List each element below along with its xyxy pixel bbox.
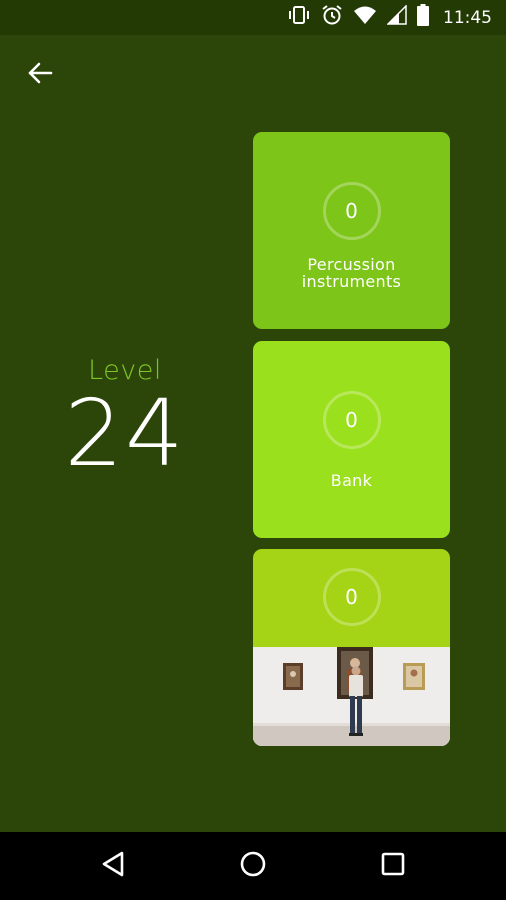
nav-home-button[interactable] — [231, 846, 275, 886]
puzzle-card-percussion[interactable]: 0 Percussion instruments — [253, 132, 450, 329]
vibrate-icon — [287, 5, 311, 30]
wifi-icon — [353, 5, 377, 30]
home-circle-icon — [239, 850, 267, 883]
score-value: 0 — [345, 199, 358, 223]
puzzle-card-museum[interactable]: 0 — [253, 549, 450, 746]
navigation-bar — [0, 832, 506, 900]
card-title-line: Bank — [330, 471, 373, 490]
score-ring: 0 — [322, 391, 381, 449]
score-value: 0 — [345, 408, 358, 432]
battery-icon — [417, 4, 429, 31]
signal-icon — [386, 4, 407, 30]
level-number: 24 — [64, 380, 186, 487]
status-bar: 11:45 — [0, 0, 506, 35]
card-title: Bank — [253, 472, 450, 489]
arrow-left-icon — [27, 62, 53, 89]
card-title-line: instruments — [301, 272, 402, 291]
score-ring: 0 — [322, 568, 381, 626]
card-title: Percussion instruments — [253, 256, 450, 290]
alarm-icon — [321, 4, 343, 31]
nav-recents-button[interactable] — [371, 846, 415, 886]
status-time: 11:45 — [443, 7, 492, 28]
card-title-line: Percussion — [307, 255, 396, 274]
recents-square-icon — [380, 851, 406, 882]
back-triangle-icon — [100, 850, 126, 883]
nav-back-button[interactable] — [91, 846, 135, 886]
museum-gallery-photo — [253, 647, 450, 746]
status-icons: 11:45 — [287, 0, 492, 35]
score-value: 0 — [345, 585, 358, 609]
level-block: Level 24 — [20, 355, 230, 480]
score-ring: 0 — [322, 182, 381, 240]
puzzle-card-bank[interactable]: 0 Bank — [253, 341, 450, 538]
back-button[interactable] — [20, 58, 60, 92]
